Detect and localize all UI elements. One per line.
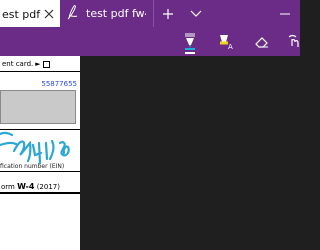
tab-inactive[interactable]: test pdf fw4 s	[60, 0, 154, 27]
ballpoint-pen-icon	[185, 33, 195, 50]
svg-text:A: A	[228, 43, 233, 51]
ein-label: fication number (EIN)	[0, 163, 65, 170]
checkbox[interactable]	[42, 60, 50, 68]
divider	[0, 192, 80, 194]
tab-active[interactable]: est pdf f	[0, 0, 60, 27]
eraser-icon	[255, 37, 268, 48]
pdf-page[interactable]: ent card. ► 55877655 fication number (EIN…	[0, 56, 80, 250]
ein-value: 55877655	[41, 80, 77, 88]
form-prefix: orm	[1, 183, 15, 191]
divider	[0, 71, 80, 72]
tab-list-button[interactable]	[182, 0, 210, 27]
close-icon[interactable]	[42, 7, 56, 21]
shaded-field	[0, 90, 76, 124]
highlighter-button[interactable]: A	[215, 30, 239, 54]
touch-writing-button[interactable]	[282, 30, 306, 54]
pdf-pen-icon	[66, 4, 80, 23]
divider	[0, 129, 80, 130]
form-year: (2017)	[36, 183, 60, 191]
doc-text-line: ent card. ►	[2, 60, 50, 68]
ink-toolbar: A	[0, 27, 300, 56]
minimize-button[interactable]	[270, 0, 300, 27]
form-footer: orm W-4 (2017)	[1, 182, 60, 191]
highlighter-icon: A	[220, 35, 233, 51]
eraser-button[interactable]	[250, 30, 274, 54]
divider	[0, 171, 80, 172]
arrow-icon: ►	[35, 60, 41, 68]
new-tab-button[interactable]	[154, 0, 182, 27]
ballpoint-pen-button[interactable]	[178, 30, 202, 54]
doc-text: ent card.	[2, 60, 34, 68]
touch-writing-icon	[288, 34, 299, 47]
form-name: W-4	[17, 182, 35, 191]
active-tool-indicator	[185, 52, 195, 54]
tab-strip: est pdf f test pdf fw4 s	[0, 0, 300, 27]
document-viewport[interactable]: ent card. ► 55877655 fication number (EIN…	[0, 56, 300, 250]
tab-title: est pdf f	[2, 8, 42, 21]
tab-title: test pdf fw4 s	[86, 7, 146, 20]
